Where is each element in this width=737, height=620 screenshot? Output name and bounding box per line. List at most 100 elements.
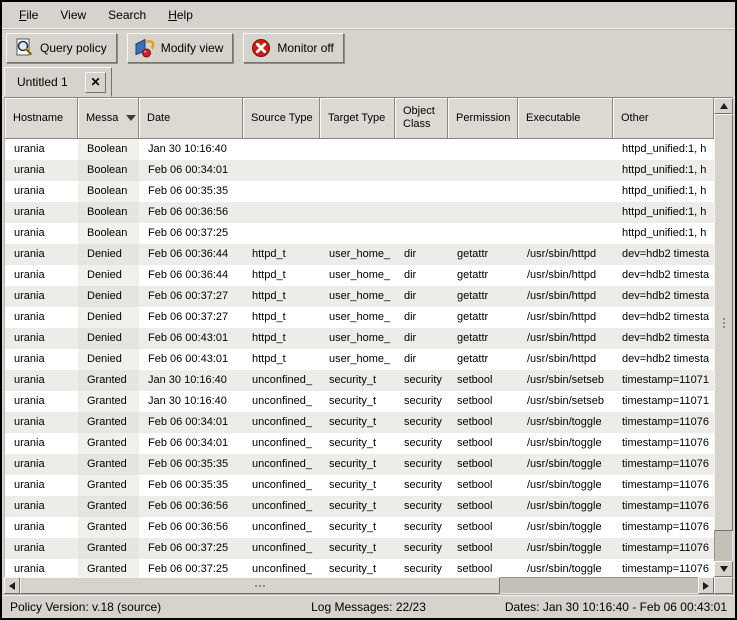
tab-bar: Untitled 1 ✕ bbox=[2, 67, 735, 98]
cell-permission: setbool bbox=[448, 391, 518, 412]
table-row[interactable]: uraniaBooleanFeb 06 00:35:35httpd_unifie… bbox=[5, 181, 714, 202]
cell-executable: /usr/sbin/toggle bbox=[518, 433, 613, 454]
horizontal-scrollbar[interactable] bbox=[4, 577, 714, 594]
cell-source-type: unconfined_ bbox=[243, 412, 320, 433]
cell-permission: getattr bbox=[448, 349, 518, 370]
cell-permission: setbool bbox=[448, 517, 518, 538]
cell-messa: Granted bbox=[78, 433, 139, 454]
modify-view-button[interactable]: Modify view bbox=[127, 33, 234, 63]
cell-object-class bbox=[395, 139, 448, 160]
tab-close-button[interactable]: ✕ bbox=[85, 72, 106, 93]
tab-untitled-1[interactable]: Untitled 1 ✕ bbox=[4, 67, 112, 97]
modify-view-label: Modify view bbox=[161, 41, 224, 55]
table-row[interactable]: uraniaBooleanFeb 06 00:37:25httpd_unifie… bbox=[5, 223, 714, 244]
cell-date: Feb 06 00:34:01 bbox=[139, 412, 243, 433]
column-header-messa[interactable]: Messa bbox=[78, 98, 139, 139]
menu-item-view[interactable]: View bbox=[49, 5, 97, 25]
table-row[interactable]: uraniaBooleanFeb 06 00:34:01httpd_unifie… bbox=[5, 160, 714, 181]
column-header-label: Other bbox=[621, 112, 649, 125]
table-row[interactable]: uraniaGrantedFeb 06 00:35:35unconfined_s… bbox=[5, 454, 714, 475]
column-header-other[interactable]: Other bbox=[613, 98, 714, 139]
cell-date: Feb 06 00:43:01 bbox=[139, 328, 243, 349]
monitor-off-button[interactable]: Monitor off bbox=[243, 33, 343, 63]
cell-target-type: security_t bbox=[320, 370, 395, 391]
cell-source-type bbox=[243, 181, 320, 202]
table-row[interactable]: uraniaGrantedJan 30 10:16:40unconfined_s… bbox=[5, 370, 714, 391]
cell-permission: setbool bbox=[448, 475, 518, 496]
cell-permission: setbool bbox=[448, 496, 518, 517]
scroll-left-button[interactable] bbox=[4, 577, 20, 594]
cell-other: timestamp=11076 bbox=[613, 538, 714, 559]
column-header-date[interactable]: Date bbox=[139, 98, 243, 139]
scroll-down-button[interactable] bbox=[714, 561, 733, 577]
cell-other: timestamp=11076 bbox=[613, 496, 714, 517]
cell-object-class: security bbox=[395, 517, 448, 538]
cell-object-class: security bbox=[395, 391, 448, 412]
table-row[interactable]: uraniaDeniedFeb 06 00:37:27httpd_tuser_h… bbox=[5, 286, 714, 307]
table-row[interactable]: uraniaBooleanJan 30 10:16:40httpd_unifie… bbox=[5, 139, 714, 160]
table-row[interactable]: uraniaGrantedFeb 06 00:36:56unconfined_s… bbox=[5, 496, 714, 517]
cell-other: dev=hdb2 timesta bbox=[613, 286, 714, 307]
column-header-hostname[interactable]: Hostname bbox=[5, 98, 78, 139]
cell-permission: setbool bbox=[448, 538, 518, 559]
column-header-source-type[interactable]: Source Type bbox=[243, 98, 320, 139]
table-row[interactable]: uraniaGrantedFeb 06 00:35:35unconfined_s… bbox=[5, 475, 714, 496]
arrow-left-icon bbox=[9, 582, 15, 590]
column-header-permission[interactable]: Permission bbox=[448, 98, 518, 139]
thumb-grip-icon bbox=[723, 322, 725, 324]
cell-permission bbox=[448, 139, 518, 160]
horizontal-scrollbar-thumb[interactable] bbox=[20, 577, 500, 594]
cell-object-class: dir bbox=[395, 244, 448, 265]
cell-source-type bbox=[243, 160, 320, 181]
cell-hostname: urania bbox=[5, 517, 78, 538]
cell-executable: /usr/sbin/setseb bbox=[518, 370, 613, 391]
column-header-label: Permission bbox=[456, 112, 510, 125]
cell-date: Feb 06 00:37:27 bbox=[139, 286, 243, 307]
scroll-up-button[interactable] bbox=[714, 98, 733, 114]
table-row[interactable]: uraniaDeniedFeb 06 00:43:01httpd_tuser_h… bbox=[5, 328, 714, 349]
table-row[interactable]: uraniaGrantedJan 30 10:16:40unconfined_s… bbox=[5, 391, 714, 412]
table-body: uraniaBooleanJan 30 10:16:40httpd_unifie… bbox=[5, 139, 714, 577]
menu-item-search[interactable]: Search bbox=[97, 5, 157, 25]
tab-label: Untitled 1 bbox=[17, 75, 68, 89]
cell-hostname: urania bbox=[5, 370, 78, 391]
vertical-scrollbar-thumb[interactable] bbox=[714, 114, 733, 531]
table-row[interactable]: uraniaDeniedFeb 06 00:36:44httpd_tuser_h… bbox=[5, 244, 714, 265]
cell-date: Jan 30 10:16:40 bbox=[139, 370, 243, 391]
cell-executable: /usr/sbin/toggle bbox=[518, 454, 613, 475]
column-header-label: Date bbox=[147, 112, 170, 125]
cell-object-class: dir bbox=[395, 307, 448, 328]
cell-permission: getattr bbox=[448, 244, 518, 265]
table-row[interactable]: uraniaGrantedFeb 06 00:34:01unconfined_s… bbox=[5, 412, 714, 433]
menu-bar: FileViewSearchHelp bbox=[2, 2, 735, 28]
cell-object-class: security bbox=[395, 496, 448, 517]
vertical-scrollbar[interactable] bbox=[714, 98, 733, 577]
table-row[interactable]: uraniaDeniedFeb 06 00:43:01httpd_tuser_h… bbox=[5, 349, 714, 370]
menu-item-help[interactable]: Help bbox=[157, 5, 204, 25]
cell-permission: setbool bbox=[448, 412, 518, 433]
column-header-target-type[interactable]: Target Type bbox=[320, 98, 395, 139]
column-header-executable[interactable]: Executable bbox=[518, 98, 613, 139]
table-row[interactable]: uraniaDeniedFeb 06 00:37:27httpd_tuser_h… bbox=[5, 307, 714, 328]
scroll-right-button[interactable] bbox=[698, 577, 714, 594]
table-row[interactable]: uraniaGrantedFeb 06 00:37:25unconfined_s… bbox=[5, 538, 714, 559]
cell-source-type: unconfined_ bbox=[243, 559, 320, 577]
table-row[interactable]: uraniaGrantedFeb 06 00:37:25unconfined_s… bbox=[5, 559, 714, 577]
table-row[interactable]: uraniaBooleanFeb 06 00:36:56httpd_unifie… bbox=[5, 202, 714, 223]
cell-target-type bbox=[320, 139, 395, 160]
cell-other: timestamp=11071 bbox=[613, 391, 714, 412]
cell-hostname: urania bbox=[5, 139, 78, 160]
cell-object-class bbox=[395, 223, 448, 244]
cell-hostname: urania bbox=[5, 349, 78, 370]
close-icon: ✕ bbox=[90, 75, 100, 89]
menu-item-file[interactable]: File bbox=[8, 5, 49, 25]
query-policy-button[interactable]: Query policy bbox=[6, 33, 117, 63]
table-row[interactable]: uraniaGrantedFeb 06 00:36:56unconfined_s… bbox=[5, 517, 714, 538]
seaudit-window: FileViewSearchHelp Query policy bbox=[0, 0, 737, 620]
table-row[interactable]: uraniaDeniedFeb 06 00:36:44httpd_tuser_h… bbox=[5, 265, 714, 286]
cell-object-class: security bbox=[395, 433, 448, 454]
cell-object-class: security bbox=[395, 538, 448, 559]
table-row[interactable]: uraniaGrantedFeb 06 00:34:01unconfined_s… bbox=[5, 433, 714, 454]
cell-source-type: httpd_t bbox=[243, 244, 320, 265]
column-header-object-class[interactable]: Object Class bbox=[395, 98, 448, 139]
